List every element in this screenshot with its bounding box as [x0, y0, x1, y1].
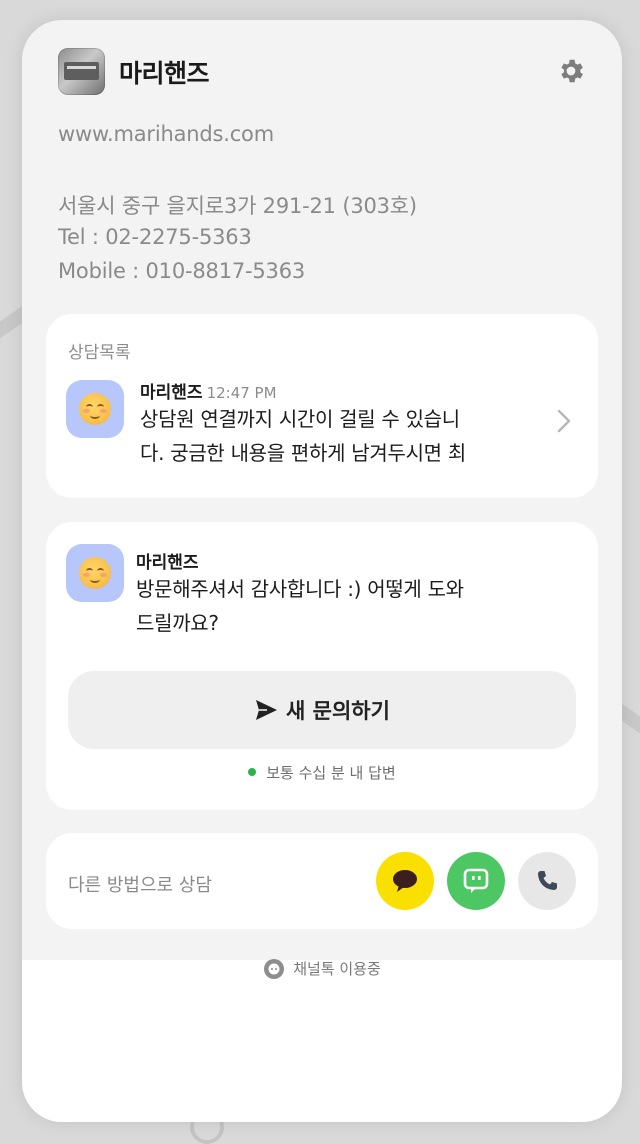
sender-name: 마리핸즈	[140, 383, 203, 403]
phone-icon	[538, 871, 557, 890]
sender-name: 마리핸즈	[136, 553, 199, 573]
consult-list-title: 상담목록	[68, 343, 131, 363]
phone-button[interactable]	[518, 852, 576, 910]
kakaotalk-button[interactable]	[376, 852, 434, 910]
other-methods-card: 다른 방법으로 상담	[46, 833, 598, 929]
avatar	[66, 544, 124, 602]
header: 마리핸즈	[58, 48, 586, 98]
address-text: 서울시 중구 을지로3가 291-21 (303호)	[58, 194, 417, 218]
website-text[interactable]: www.marihands.com	[58, 122, 274, 146]
chevron-right-icon	[557, 409, 571, 433]
message-time: 12:47 PM	[206, 384, 277, 402]
new-inquiry-button[interactable]: 새 문의하기	[68, 671, 576, 749]
avatar	[66, 380, 124, 438]
mobile-text[interactable]: Mobile : 010-8817-5363	[58, 259, 305, 283]
response-time-status: 보통 수십 분 내 답변	[46, 762, 598, 783]
brand-name: 마리핸즈	[119, 59, 210, 88]
message-preview-line-2: 다. 궁금한 내용을 편하게 남겨두시면 최	[140, 441, 466, 465]
panel-bottom-area	[22, 960, 622, 1122]
greeting-message-line-1: 방문해주셔서 감사합니다 :) 어떻게 도와	[136, 577, 464, 601]
message-preview-line-1: 상담원 연결까지 시간이 걸릴 수 있습니	[140, 407, 460, 431]
channel-talk-icon	[264, 959, 285, 979]
chat-icon	[463, 868, 489, 893]
naver-talk-button[interactable]	[447, 852, 505, 910]
online-status-dot	[248, 768, 257, 776]
response-time-text: 보통 수십 분 내 답변	[266, 764, 396, 782]
speech-bubble-icon	[393, 870, 417, 892]
consult-list-item[interactable]: 마리핸즈 12:47 PM 상담원 연결까지 시간이 걸릴 수 있습니 다. 궁금…	[46, 366, 598, 486]
tel-text[interactable]: Tel : 02-2275-5363	[58, 225, 252, 249]
gear-icon[interactable]	[556, 56, 586, 86]
chat-widget-panel: 마리핸즈 www.marihands.com 서울시 중구 을지로3가 291-…	[22, 20, 622, 1122]
footer-text: 채널톡 이용중	[293, 960, 381, 978]
new-inquiry-label: 새 문의하기	[286, 699, 390, 723]
greeting-card: 마리핸즈 방문해주셔서 감사합니다 :) 어떻게 도와 드릴까요? 새 문의하기…	[46, 522, 598, 810]
greeting-message-line-2: 드릴까요?	[136, 611, 219, 635]
footer[interactable]: 채널톡 이용중	[22, 958, 622, 980]
brand-logo	[58, 48, 105, 95]
consult-list-card: 상담목록 마리핸즈 12:47 PM 상담원 연결까지 시간이 걸릴 수 있습니 …	[46, 314, 598, 498]
send-icon	[256, 700, 278, 720]
other-methods-label: 다른 방법으로 상담	[68, 875, 212, 896]
